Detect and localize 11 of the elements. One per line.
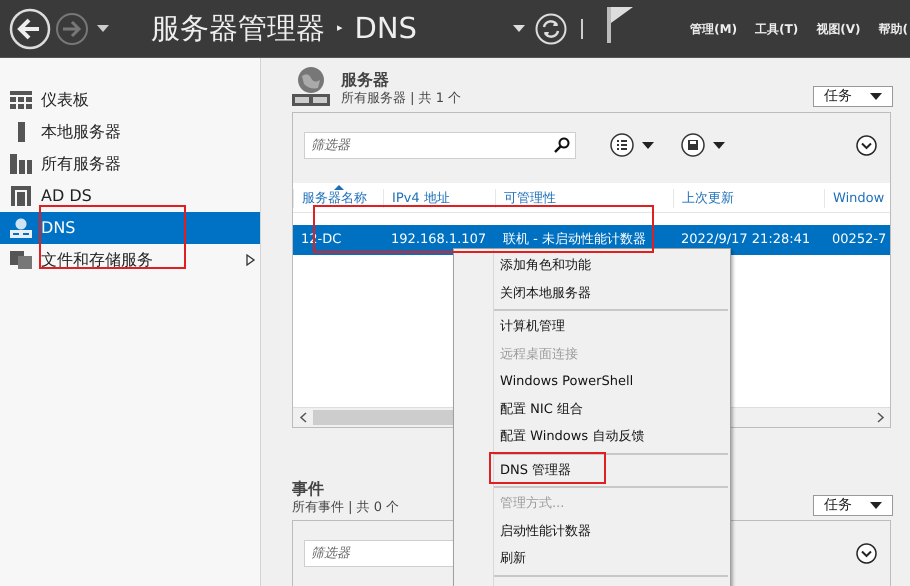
- app-title: 服务器管理器: [151, 14, 325, 43]
- table-cell-text: 2022/9/17 21:28:41: [680, 231, 812, 250]
- page-title: DNS: [354, 14, 417, 43]
- table-cell-text: 联机 - 未启动性能计数器: [502, 231, 647, 250]
- servers-subtitle: 所有服务器 | 共 1 个: [341, 90, 462, 108]
- events-subtitle: 所有事件 | 共 0 个: [292, 499, 400, 517]
- breadcrumb-separator: ▸: [337, 20, 343, 36]
- table-cell-text: 00252-7: [831, 231, 888, 250]
- events-title: 事件: [292, 479, 324, 499]
- table-cell-text: 192.168.1.107: [390, 231, 488, 250]
- servers-title: 服务器: [341, 70, 389, 90]
